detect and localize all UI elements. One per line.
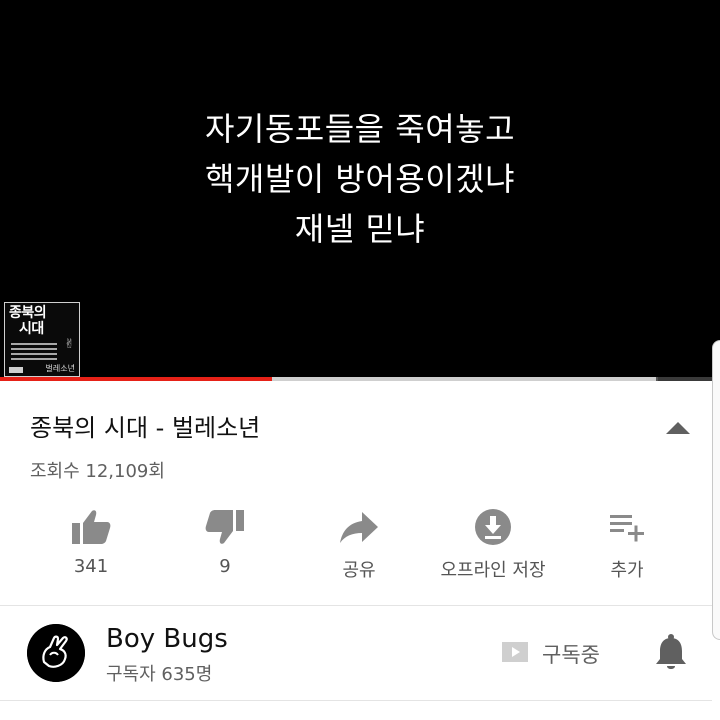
play-box-icon	[502, 642, 528, 662]
subscribe-label: 구독중	[542, 643, 600, 667]
add-label: 추가	[610, 560, 644, 581]
thumbs-down-icon	[205, 510, 244, 544]
channel-avatar[interactable]	[27, 624, 85, 682]
progress-bar-buffer	[656, 377, 658, 381]
album-art-artist: 벌레소년	[45, 364, 75, 373]
lyrics-line: 핵개발이 방어용이겠냐	[204, 160, 516, 198]
hand-sign-icon: ✌	[64, 337, 75, 352]
progress-bar-remaining	[658, 377, 720, 381]
lyrics-overlay: 자기동포들을 죽여놓고 핵개발이 방어용이겠냐 재넬 믿냐	[0, 104, 720, 254]
subscribe-button[interactable]: 구독중	[500, 638, 612, 670]
next-row-placeholder	[34, 712, 74, 720]
edge-panel-handle[interactable]	[712, 340, 720, 640]
chevron-up-icon[interactable]	[664, 418, 692, 438]
parental-advisory-icon	[9, 367, 23, 373]
download-icon	[475, 509, 511, 545]
progress-bar[interactable]	[0, 377, 720, 381]
lyrics-line: 재넬 믿냐	[294, 210, 426, 248]
view-count: 조회수 12,109회	[30, 461, 165, 482]
thumbs-up-icon	[72, 510, 111, 544]
progress-bar-played	[0, 377, 273, 381]
album-art-title: 종북의 시대	[9, 305, 47, 337]
hand-sign-icon	[27, 624, 85, 682]
divider	[0, 605, 712, 606]
album-art-thumbnail: 종북의 시대 ✌ 벌레소년	[4, 302, 80, 377]
subscriber-count: 구독자 635명	[106, 664, 213, 685]
channel-name[interactable]: Boy Bugs	[106, 624, 228, 654]
bell-icon[interactable]	[652, 633, 690, 673]
share-icon	[340, 512, 378, 543]
add-to-playlist-button[interactable]: 추가	[547, 498, 707, 590]
action-bar: 341 9 공유 오프라인 저장 추가	[0, 498, 720, 590]
lyrics-line: 자기동포들을 죽여놓고	[204, 110, 516, 148]
divider	[0, 700, 712, 701]
video-player[interactable]: 자기동포들을 죽여놓고 핵개발이 방어용이겠냐 재넬 믿냐 종북의 시대 ✌ 벌…	[0, 0, 720, 380]
album-art-decoration	[11, 343, 37, 363]
add-to-playlist-icon	[610, 515, 644, 542]
album-art-decoration	[37, 343, 57, 363]
video-title: 종북의 시대 - 벌레소년	[30, 414, 261, 442]
